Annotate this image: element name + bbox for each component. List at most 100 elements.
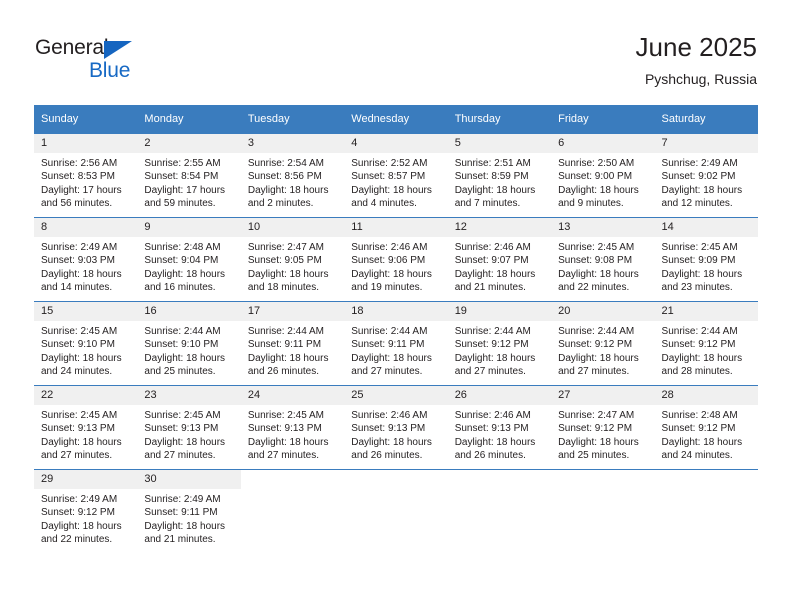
sunset-text: Sunset: 9:02 PM — [661, 171, 736, 183]
sunrise-text: Sunrise: 2:45 AM — [661, 242, 738, 253]
day-info: Sunrise: 2:44 AM Sunset: 9:12 PM Daylight:… — [448, 321, 551, 378]
calendar-header-row: Sunday Monday Tuesday Wednesday Thursday… — [34, 105, 758, 134]
daylight-text-line1: Daylight: 18 hours — [247, 184, 329, 196]
day-cell[interactable]: 22 Sunrise: 2:45 AM Sunset: 9:13 PM Dayligh… — [34, 385, 138, 470]
general-blue-logo[interactable]: General Blue — [35, 36, 235, 86]
day-info: Sunrise: 2:45 AM Sunset: 9:13 PM Daylight:… — [137, 405, 240, 462]
day-cell[interactable]: 20 Sunrise: 2:44 AM Sunset: 9:12 PM Dayligh… — [551, 301, 655, 386]
day-cell[interactable]: 11 Sunrise: 2:46 AM Sunset: 9:06 PM Dayligh… — [344, 217, 448, 302]
day-cell[interactable]: 23 Sunrise: 2:45 AM Sunset: 9:13 PM Dayligh… — [137, 385, 241, 470]
sunrise-text: Sunrise: 2:44 AM — [454, 326, 531, 337]
day-number: 19 — [447, 302, 552, 321]
day-cell[interactable]: 19 Sunrise: 2:44 AM Sunset: 9:12 PM Dayligh… — [447, 301, 552, 386]
day-cell[interactable]: 12 Sunrise: 2:46 AM Sunset: 9:07 PM Dayligh… — [447, 217, 552, 302]
day-cell[interactable]: 8 Sunrise: 2:49 AM Sunset: 9:03 PM Daylight… — [34, 217, 138, 302]
day-info: Sunrise: 2:47 AM Sunset: 9:12 PM Daylight:… — [551, 405, 654, 462]
day-cell[interactable]: 14 Sunrise: 2:45 AM Sunset: 9:09 PM Dayligh… — [654, 217, 758, 302]
day-cell[interactable]: 26 Sunrise: 2:46 AM Sunset: 9:13 PM Dayligh… — [447, 385, 552, 470]
day-cell[interactable]: 25 Sunrise: 2:46 AM Sunset: 9:13 PM Dayligh… — [344, 385, 448, 470]
day-info: Sunrise: 2:48 AM Sunset: 9:04 PM Daylight:… — [137, 237, 240, 294]
daylight-text-line1: Daylight: 18 hours — [558, 184, 639, 196]
day-number: 11 — [344, 218, 448, 237]
day-cell[interactable]: 7 Sunrise: 2:49 AM Sunset: 9:02 PM Daylight… — [654, 133, 758, 218]
day-info: Sunrise: 2:45 AM Sunset: 9:09 PM Daylight:… — [655, 237, 758, 294]
day-number — [448, 470, 551, 489]
day-cell[interactable]: 13 Sunrise: 2:45 AM Sunset: 9:08 PM Dayligh… — [551, 217, 655, 302]
weekday-header-monday: Monday — [137, 105, 241, 134]
day-info: Sunrise: 2:46 AM Sunset: 9:06 PM Daylight:… — [344, 237, 447, 294]
sunset-text: Sunset: 8:53 PM — [41, 171, 115, 183]
day-info: Sunrise: 2:51 AM Sunset: 8:59 PM Daylight:… — [448, 153, 551, 210]
daylight-text-line1: Daylight: 17 hours — [144, 184, 226, 196]
daylight-text-line1: Daylight: 18 hours — [454, 352, 536, 364]
sunrise-text: Sunrise: 2:45 AM — [41, 410, 118, 421]
day-cell[interactable]: 17 Sunrise: 2:44 AM Sunset: 9:11 PM Dayligh… — [240, 301, 345, 386]
day-cell[interactable]: 5 Sunrise: 2:51 AM Sunset: 8:59 PM Daylight… — [447, 133, 552, 218]
weekday-header-thursday: Thursday — [447, 105, 552, 134]
sunrise-text: Sunrise: 2:46 AM — [351, 242, 428, 253]
sunrise-text: Sunrise: 2:49 AM — [661, 158, 738, 169]
sunset-text: Sunset: 9:00 PM — [558, 171, 633, 183]
sunset-text: Sunset: 9:13 PM — [144, 423, 219, 435]
daylight-text-line1: Daylight: 18 hours — [247, 268, 329, 280]
sunrise-text: Sunrise: 2:48 AM — [661, 410, 738, 421]
sunset-text: Sunset: 9:11 PM — [144, 507, 218, 519]
day-cell[interactable]: 18 Sunrise: 2:44 AM Sunset: 9:11 PM Dayligh… — [344, 301, 448, 386]
day-cell[interactable]: 2 Sunrise: 2:55 AM Sunset: 8:54 PM Daylight… — [137, 133, 241, 218]
weekday-header-sunday: Sunday — [34, 105, 138, 134]
daylight-text-line2: and 27 minutes. — [558, 365, 630, 377]
week-row: 1 Sunrise: 2:56 AM Sunset: 8:53 PM Daylight… — [34, 133, 758, 218]
day-number: 17 — [240, 302, 345, 321]
day-cell[interactable]: 9 Sunrise: 2:48 AM Sunset: 9:04 PM Daylight… — [137, 217, 241, 302]
day-cell[interactable]: 16 Sunrise: 2:44 AM Sunset: 9:10 PM Dayligh… — [137, 301, 241, 386]
daylight-text-line2: and 25 minutes. — [558, 449, 630, 461]
sunrise-text: Sunrise: 2:45 AM — [41, 326, 118, 337]
daylight-text-line1: Daylight: 18 hours — [247, 352, 329, 364]
daylight-text-line2: and 16 minutes. — [144, 281, 216, 293]
daylight-text-line1: Daylight: 18 hours — [144, 520, 226, 532]
sunrise-text: Sunrise: 2:47 AM — [247, 242, 324, 253]
page-header: General Blue June 2025 Pyshchug, Russia — [0, 0, 792, 104]
day-info: Sunrise: 2:49 AM Sunset: 9:02 PM Daylight:… — [655, 153, 758, 210]
day-cell[interactable]: 3 Sunrise: 2:54 AM Sunset: 8:56 PM Daylight… — [240, 133, 345, 218]
day-number: 13 — [551, 218, 655, 237]
day-cell[interactable]: 21 Sunrise: 2:44 AM Sunset: 9:12 PM Dayligh… — [654, 301, 758, 386]
day-cell[interactable]: 29 Sunrise: 2:49 AM Sunset: 9:12 PM Dayligh… — [34, 469, 138, 553]
daylight-text-line2: and 21 minutes. — [144, 533, 216, 545]
weekday-header-friday: Friday — [551, 105, 655, 134]
sunrise-text: Sunrise: 2:49 AM — [41, 242, 118, 253]
daylight-text-line2: and 24 minutes. — [661, 449, 733, 461]
sunset-text: Sunset: 9:12 PM — [454, 339, 529, 351]
day-cell[interactable]: 4 Sunrise: 2:52 AM Sunset: 8:57 PM Daylight… — [344, 133, 448, 218]
day-cell[interactable]: 27 Sunrise: 2:47 AM Sunset: 9:12 PM Dayligh… — [551, 385, 655, 470]
sunrise-text: Sunrise: 2:44 AM — [558, 326, 635, 337]
day-number — [344, 470, 447, 489]
day-info: Sunrise: 2:46 AM Sunset: 9:13 PM Daylight:… — [448, 405, 551, 462]
daylight-text-line1: Daylight: 18 hours — [351, 268, 432, 280]
day-cell[interactable]: 1 Sunrise: 2:56 AM Sunset: 8:53 PM Daylight… — [34, 133, 138, 218]
day-info: Sunrise: 2:44 AM Sunset: 9:12 PM Daylight:… — [655, 321, 758, 378]
daylight-text-line1: Daylight: 18 hours — [351, 352, 432, 364]
day-cell[interactable]: 24 Sunrise: 2:45 AM Sunset: 9:13 PM Dayligh… — [240, 385, 345, 470]
daylight-text-line1: Daylight: 18 hours — [454, 268, 536, 280]
daylight-text-line2: and 27 minutes. — [247, 449, 320, 461]
day-cell[interactable]: 10 Sunrise: 2:47 AM Sunset: 9:05 PM Dayligh… — [240, 217, 345, 302]
day-cell[interactable]: 15 Sunrise: 2:45 AM Sunset: 9:10 PM Dayligh… — [34, 301, 138, 386]
day-cell[interactable]: 28 Sunrise: 2:48 AM Sunset: 9:12 PM Dayligh… — [654, 385, 758, 470]
day-cell[interactable]: 30 Sunrise: 2:49 AM Sunset: 9:11 PM Dayligh… — [137, 469, 241, 553]
sunset-text: Sunset: 9:04 PM — [144, 255, 219, 267]
day-info: Sunrise: 2:48 AM Sunset: 9:12 PM Daylight:… — [655, 405, 758, 462]
day-info: Sunrise: 2:49 AM Sunset: 9:12 PM Daylight:… — [34, 489, 137, 546]
sunrise-text: Sunrise: 2:50 AM — [558, 158, 635, 169]
sunrise-text: Sunrise: 2:44 AM — [144, 326, 221, 337]
sunset-text: Sunset: 8:54 PM — [144, 171, 219, 183]
daylight-text-line1: Daylight: 18 hours — [661, 184, 743, 196]
daylight-text-line2: and 26 minutes. — [351, 449, 423, 461]
day-cell[interactable]: 6 Sunrise: 2:50 AM Sunset: 9:00 PM Daylight… — [551, 133, 655, 218]
daylight-text-line2: and 22 minutes. — [558, 281, 630, 293]
sunset-text: Sunset: 9:12 PM — [661, 339, 736, 351]
daylight-text-line2: and 27 minutes. — [351, 365, 423, 377]
sunset-text: Sunset: 9:13 PM — [454, 423, 529, 435]
day-number — [241, 470, 344, 489]
day-info: Sunrise: 2:49 AM Sunset: 9:11 PM Daylight:… — [137, 489, 240, 546]
